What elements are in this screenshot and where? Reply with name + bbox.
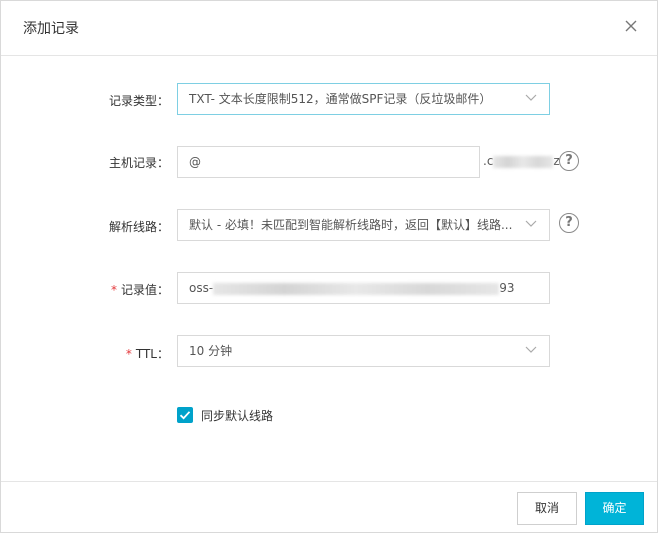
help-icon[interactable]: ?: [559, 151, 579, 171]
chevron-down-icon: [525, 220, 537, 227]
required-mark: *: [110, 283, 117, 297]
ttl-select[interactable]: 10 分钟: [177, 335, 550, 367]
sync-default-line-checkbox[interactable]: [177, 407, 193, 423]
check-icon: [179, 411, 191, 420]
sync-default-line-label: 同步默认线路: [201, 409, 274, 423]
record-value-end: 93: [499, 281, 515, 295]
resolve-line-select[interactable]: 默认 - 必填！未匹配到智能解析线路时，返回【默认】线路...: [177, 209, 550, 241]
cancel-button[interactable]: 取消: [517, 492, 577, 525]
host-record-input[interactable]: @: [177, 146, 480, 178]
record-value-start: oss-: [189, 281, 214, 295]
ttl-label-text: TTL：: [135, 347, 169, 361]
confirm-button[interactable]: 确定: [585, 492, 644, 525]
dialog-header: 添加记录: [1, 1, 657, 56]
required-mark: *: [125, 347, 132, 361]
dialog-title: 添加记录: [23, 21, 79, 37]
help-icon[interactable]: ?: [559, 213, 579, 233]
resolve-line-label: 解析线路：: [108, 220, 169, 234]
close-icon[interactable]: [620, 15, 642, 37]
host-record-value: @: [189, 155, 201, 169]
record-value-label: * 记录值：: [1, 281, 169, 298]
record-type-label: 记录类型：: [108, 94, 169, 108]
ttl-value: 10 分钟: [189, 344, 233, 358]
ttl-label: * TTL：: [1, 345, 169, 362]
chevron-down-icon: [525, 346, 537, 353]
resolve-line-value: 默认 - 必填！未匹配到智能解析线路时，返回【默认】线路...: [189, 218, 513, 232]
record-value-label-text: 记录值：: [120, 283, 169, 297]
redacted-domain: [493, 155, 554, 168]
record-value-input[interactable]: oss- 93: [177, 272, 550, 304]
domain-suffix-start: .c: [483, 154, 494, 168]
chevron-down-icon: [525, 94, 537, 101]
record-type-select[interactable]: TXT- 文本长度限制512，通常做SPF记录（反垃圾邮件）: [177, 83, 550, 115]
redacted-record-value: [213, 282, 500, 295]
domain-suffix: .c z: [483, 154, 560, 168]
host-record-label: 主机记录：: [108, 156, 169, 170]
footer-divider: [1, 481, 657, 482]
add-record-dialog: 添加记录 记录类型： TXT- 文本长度限制512，通常做SPF记录（反垃圾邮件…: [0, 0, 658, 533]
record-type-value: TXT- 文本长度限制512，通常做SPF记录（反垃圾邮件）: [189, 92, 492, 106]
